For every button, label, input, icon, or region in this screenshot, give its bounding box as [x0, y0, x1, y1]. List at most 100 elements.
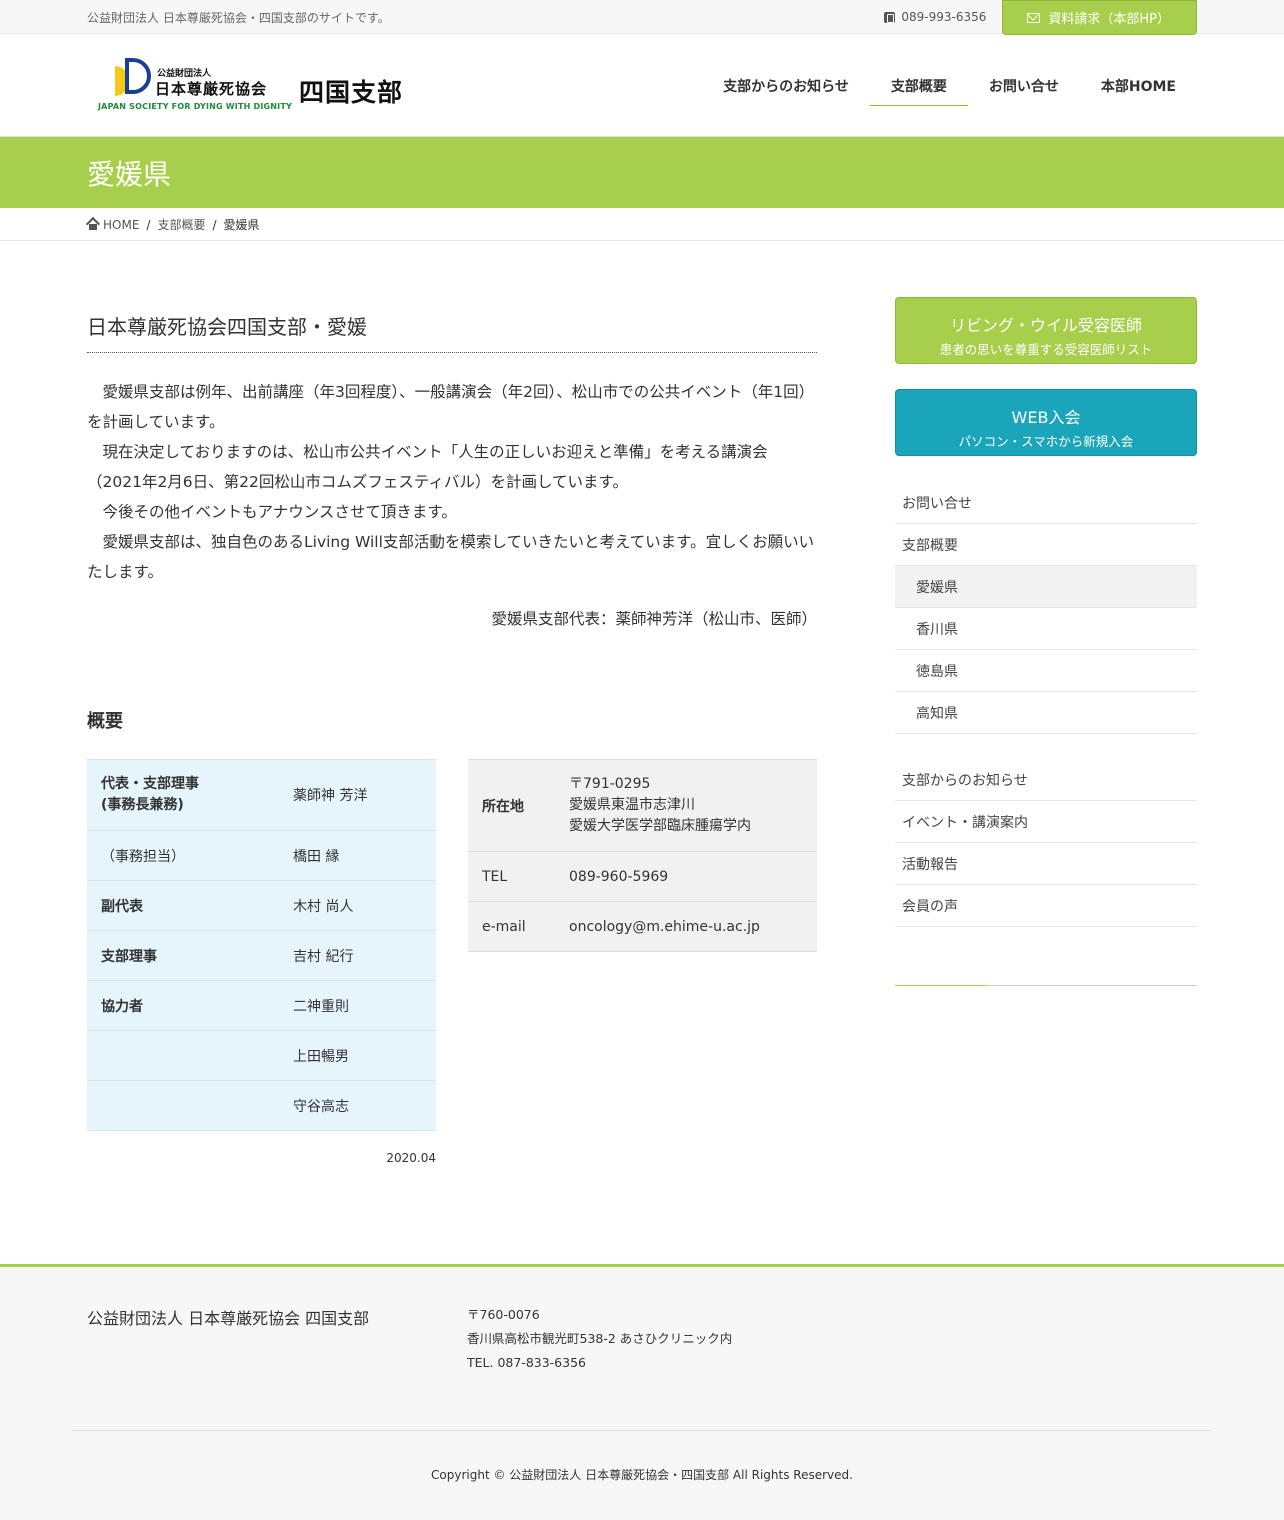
nav-item-hq-home[interactable]: 本部HOME — [1080, 34, 1197, 137]
sidebar-item-reports[interactable]: 活動報告 — [895, 843, 1197, 885]
contact-table: 所在地 〒791-0295 愛媛県東温市志津川 愛媛大学医学部臨床腫瘍学内 TE… — [468, 759, 817, 952]
contact-address-line: 愛媛大学医学部臨床腫瘍学内 — [569, 818, 751, 834]
site-description: 公益財団法人 日本尊厳死協会・四国支部のサイトです。 — [87, 10, 390, 25]
site-header: 公益財団法人 日本尊厳死協会 JAPAN SOCIETY FOR DYING W… — [0, 34, 1284, 137]
table-row: e-mail oncology@m.ehime-u.ac.jp — [468, 901, 817, 952]
overview-title: 概要 — [87, 711, 123, 732]
staff-name: 橋田 縁 — [279, 830, 436, 881]
table-row: 支部理事 吉村 紀行 — [87, 930, 436, 981]
staff-role-line1: 代表・支部理事 — [101, 776, 199, 792]
staff-role-line2: (事務長兼務) — [101, 797, 184, 813]
sidebar-item-events[interactable]: イベント・講演案内 — [895, 801, 1197, 843]
sidebar: リビング・ウイル受容医師 患者の思いを尊重する受容医師リスト WEB入会 パソコ… — [895, 297, 1197, 986]
staff-role: （事務担当） — [87, 830, 279, 881]
staff-table: 代表・支部理事 (事務長兼務) 薬師神 芳洋 （事務担当） 橋田 縁 副代表 木… — [87, 759, 436, 1131]
table-row: 協力者 二神重則 — [87, 980, 436, 1031]
topbar-tel-number: 089-993-6356 — [901, 10, 987, 24]
web-join-button-subtitle: パソコン・スマホから新規入会 — [958, 434, 1134, 449]
logo-english: JAPAN SOCIETY FOR DYING WITH DIGNITY — [98, 101, 293, 111]
web-join-button-title: WEB入会 — [1011, 408, 1081, 427]
site-logo[interactable]: 公益財団法人 日本尊厳死協会 JAPAN SOCIETY FOR DYING W… — [87, 51, 403, 121]
breadcrumb: HOME / 支部概要 / 愛媛県 — [0, 208, 1284, 241]
intro-paragraph: 愛媛県支部は、独自色のあるLiving Will支部活動を模索していきたいと考え… — [87, 533, 815, 581]
footer-address-block: 〒760-0076 香川県高松市観光町538-2 あさひクリニック内 TEL. … — [467, 1303, 732, 1375]
breadcrumb-separator: / — [212, 217, 217, 232]
staff-role: 副代表 — [87, 880, 279, 931]
sidebar-item-contact[interactable]: お問い合せ — [895, 482, 1197, 524]
phone-icon — [884, 11, 896, 23]
table-row: TEL 089-960-5969 — [468, 851, 817, 902]
intro-paragraph: 現在決定しておりますのは、松山市公共イベント「人生の正しいお迎えと準備」を考える… — [87, 443, 768, 491]
staff-name: 二神重則 — [279, 980, 436, 1031]
sidebar-item-kagawa[interactable]: 香川県 — [895, 608, 1197, 650]
table-row: 所在地 〒791-0295 愛媛県東温市志津川 愛媛大学医学部臨床腫瘍学内 — [468, 759, 817, 852]
web-join-button[interactable]: WEB入会 パソコン・スマホから新規入会 — [895, 389, 1197, 456]
main-nav: 支部からのお知らせ 支部概要 お問い合せ 本部HOME — [702, 34, 1197, 137]
sidebar-item-tokushima[interactable]: 徳島県 — [895, 650, 1197, 692]
footer-divider — [72, 1430, 1212, 1431]
representative-line: 愛媛県支部代表：薬師神芳洋（松山市、医師） — [491, 610, 817, 628]
nav-item-news[interactable]: 支部からのお知らせ — [702, 34, 870, 137]
site-footer: 公益財団法人 日本尊厳死協会 四国支部 〒760-0076 香川県高松市観光町5… — [0, 1264, 1284, 1520]
logo-mark: 公益財団法人 日本尊厳死協会 JAPAN SOCIETY FOR DYING W… — [87, 56, 297, 116]
staff-name: 上田暢男 — [279, 1030, 436, 1081]
nav-item-contact[interactable]: お問い合せ — [968, 34, 1080, 137]
footer-address: 香川県高松市観光町538-2 あさひクリニック内 — [467, 1331, 733, 1346]
date-note: 2020.04 — [386, 1151, 436, 1165]
staff-role — [87, 1030, 279, 1081]
table-row: 上田暢男 — [87, 1030, 436, 1081]
table-row: 代表・支部理事 (事務長兼務) 薬師神 芳洋 — [87, 759, 436, 831]
contact-key: 所在地 — [468, 759, 555, 852]
table-row: （事務担当） 橋田 縁 — [87, 830, 436, 881]
living-will-doctors-button[interactable]: リビング・ウイル受容医師 患者の思いを尊重する受容医師リスト — [895, 297, 1197, 364]
section-title: 日本尊厳死協会四国支部・愛媛 — [87, 311, 817, 353]
breadcrumb-separator: / — [146, 217, 151, 232]
footer-org-name: 公益財団法人 日本尊厳死協会 四国支部 — [87, 1309, 370, 1328]
living-will-button-subtitle: 患者の思いを尊重する受容医師リスト — [939, 342, 1153, 357]
breadcrumb-parent[interactable]: 支部概要 — [157, 216, 205, 233]
footer-postal: 〒760-0076 — [467, 1307, 540, 1322]
intro-paragraph: 今後その他イベントもアナウンスさせて頂きます。 — [102, 503, 457, 521]
contact-email[interactable]: oncology@m.ehime-u.ac.jp — [555, 901, 817, 952]
contact-key: TEL — [468, 851, 555, 902]
home-icon — [87, 220, 99, 230]
nav-item-overview[interactable]: 支部概要 — [869, 34, 968, 137]
page-title: 愛媛県 — [87, 157, 172, 191]
sidebar-menu-news: 支部からのお知らせ イベント・講演案内 活動報告 会員の声 — [895, 759, 1197, 927]
top-bar: 公益財団法人 日本尊厳死協会・四国支部のサイトです。 089-993-6356 … — [0, 0, 1284, 35]
topbar-tel[interactable]: 089-993-6356 — [884, 10, 986, 24]
staff-name: 木村 尚人 — [279, 880, 436, 931]
mail-icon — [1027, 12, 1041, 23]
request-materials-button[interactable]: 資料請求（本部HP） — [1002, 0, 1197, 35]
intro-paragraph: 愛媛県支部は例年、出前講座（年3回程度）、一般講演会（年2回）、松山市での公共イ… — [87, 383, 815, 431]
staff-role: 代表・支部理事 (事務長兼務) — [87, 759, 279, 831]
logo-name: 日本尊厳死協会 — [155, 79, 268, 98]
contact-tel: 089-960-5969 — [555, 851, 817, 902]
living-will-button-title: リビング・ウイル受容医師 — [949, 316, 1142, 335]
staff-name: 吉村 紀行 — [279, 930, 436, 981]
contact-address: 〒791-0295 愛媛県東温市志津川 愛媛大学医学部臨床腫瘍学内 — [555, 759, 817, 852]
sidebar-item-news[interactable]: 支部からのお知らせ — [895, 759, 1197, 801]
breadcrumb-current: 愛媛県 — [223, 218, 260, 232]
main-content: 日本尊厳死協会四国支部・愛媛 愛媛県支部は例年、出前講座（年3回程度）、一般講演… — [87, 297, 817, 1165]
page-title-band: 愛媛県 — [0, 137, 1284, 208]
breadcrumb-home[interactable]: HOME — [103, 218, 139, 232]
table-row: 副代表 木村 尚人 — [87, 880, 436, 931]
contact-key: e-mail — [468, 901, 555, 952]
logo-shape-d — [125, 57, 151, 94]
sidebar-divider — [895, 985, 1197, 986]
sidebar-item-ehime[interactable]: 愛媛県 — [895, 566, 1197, 608]
staff-role: 協力者 — [87, 980, 279, 1031]
contact-address-line: 愛媛県東温市志津川 — [569, 797, 695, 813]
footer-tel: TEL. 087-833-6356 — [467, 1355, 586, 1370]
staff-name: 守谷高志 — [279, 1080, 436, 1131]
sidebar-item-overview[interactable]: 支部概要 — [895, 524, 1197, 566]
sidebar-item-member-voices[interactable]: 会員の声 — [895, 885, 1197, 927]
copyright: Copyright © 公益財団法人 日本尊厳死協会・四国支部 All Righ… — [431, 1468, 853, 1482]
logo-branch: 四国支部 — [299, 77, 404, 107]
main-area: 日本尊厳死協会四国支部・愛媛 愛媛県支部は例年、出前講座（年3回程度）、一般講演… — [0, 241, 1284, 1265]
contact-postal: 〒791-0295 — [569, 776, 651, 792]
staff-name: 薬師神 芳洋 — [279, 759, 436, 831]
staff-role — [87, 1080, 279, 1131]
sidebar-item-kochi[interactable]: 高知県 — [895, 692, 1197, 734]
